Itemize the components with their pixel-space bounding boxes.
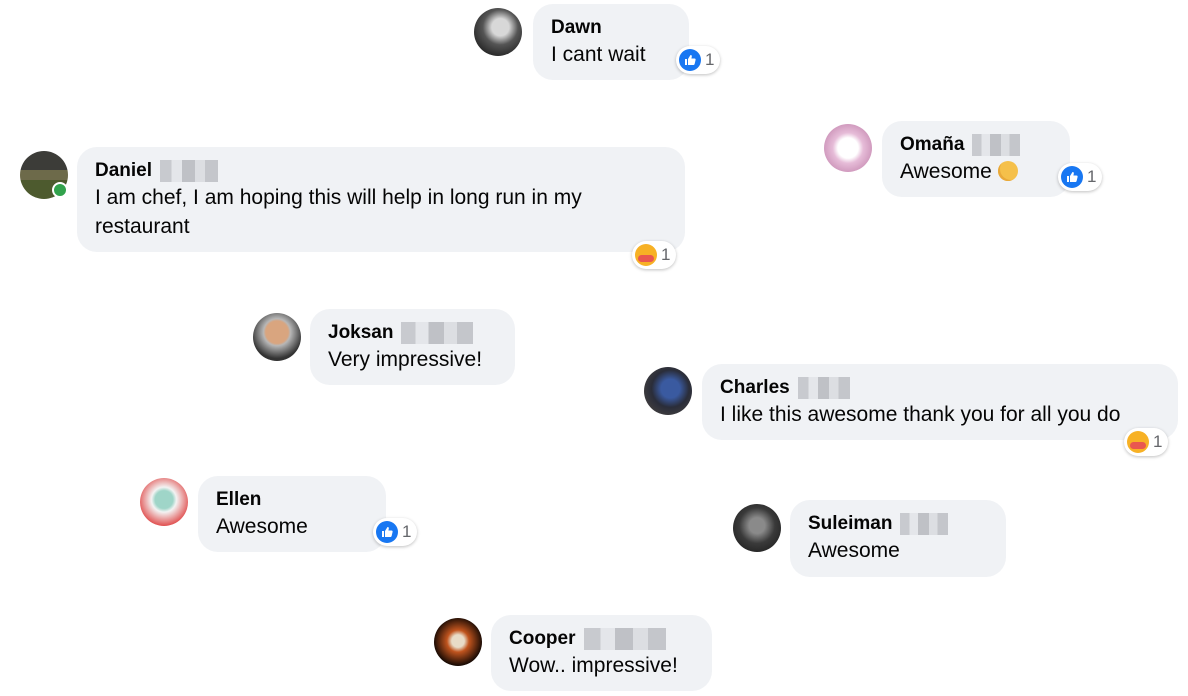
comment-bubble: Joksan Very impressive!	[310, 309, 515, 385]
comment-bubble: Dawn I cant wait	[533, 4, 689, 80]
comment-author[interactable]: Charles	[720, 376, 790, 400]
avatar[interactable]	[824, 124, 872, 172]
comment-text: Wow.. impressive!	[509, 654, 678, 677]
comment-author[interactable]: Suleiman	[808, 512, 892, 536]
avatar[interactable]	[253, 313, 301, 361]
care-icon	[1127, 431, 1149, 453]
comment-author[interactable]: Cooper	[509, 627, 576, 651]
comment-author[interactable]: Omaña	[900, 133, 964, 157]
comment-text: Awesome	[216, 515, 308, 538]
redacted-surname	[972, 134, 1021, 156]
comment-author[interactable]: Daniel	[95, 159, 152, 183]
like-icon	[679, 49, 701, 71]
avatar[interactable]	[733, 504, 781, 552]
comment-text: Very impressive!	[328, 348, 483, 371]
comment-author[interactable]: Joksan	[328, 321, 393, 345]
comment-text: Awesome	[900, 157, 1052, 186]
avatar[interactable]	[140, 478, 188, 526]
like-icon	[1061, 166, 1083, 188]
redacted-surname	[583, 628, 666, 650]
avatar[interactable]	[474, 8, 522, 56]
reaction-count[interactable]: 1	[373, 518, 418, 546]
comment-author[interactable]: Dawn	[551, 16, 602, 40]
avatar[interactable]	[644, 367, 692, 415]
reaction-count-label: 1	[1087, 167, 1097, 186]
online-status-icon	[52, 182, 68, 198]
like-icon	[376, 521, 398, 543]
comment-author[interactable]: Ellen	[216, 488, 261, 512]
redacted-surname	[797, 377, 850, 399]
comment-text: I am chef, I am hoping this will help in…	[95, 186, 582, 238]
reaction-count[interactable]: 1	[632, 241, 677, 269]
redacted-surname	[401, 322, 474, 344]
comment-bubble: Suleiman Awesome	[790, 500, 1006, 577]
clapping-hands-icon	[997, 161, 1018, 181]
comment-text: I cant wait	[551, 43, 646, 66]
comment-bubble: Ellen Awesome	[198, 476, 386, 552]
reaction-count[interactable]: 1	[1124, 428, 1169, 456]
reaction-count-label: 1	[402, 522, 412, 541]
comment-text: I like this awesome thank you for all yo…	[720, 403, 1121, 426]
avatar[interactable]	[434, 618, 482, 666]
comment-bubble: Cooper Wow.. impressive!	[491, 615, 712, 691]
redacted-surname	[160, 160, 219, 182]
care-icon	[635, 244, 657, 266]
comment-bubble: Daniel I am chef, I am hoping this will …	[77, 147, 685, 252]
comment-bubble: Charles I like this awesome thank you fo…	[702, 364, 1178, 440]
redacted-surname	[900, 513, 949, 535]
reaction-count-label: 1	[661, 245, 671, 264]
comment-text: Awesome	[808, 539, 900, 562]
reaction-count-label: 1	[1153, 432, 1163, 451]
comment-bubble: Omaña Awesome	[882, 121, 1070, 197]
reaction-count-label: 1	[705, 50, 715, 69]
reaction-count[interactable]: 1	[676, 46, 721, 74]
reaction-count[interactable]: 1	[1058, 163, 1103, 191]
